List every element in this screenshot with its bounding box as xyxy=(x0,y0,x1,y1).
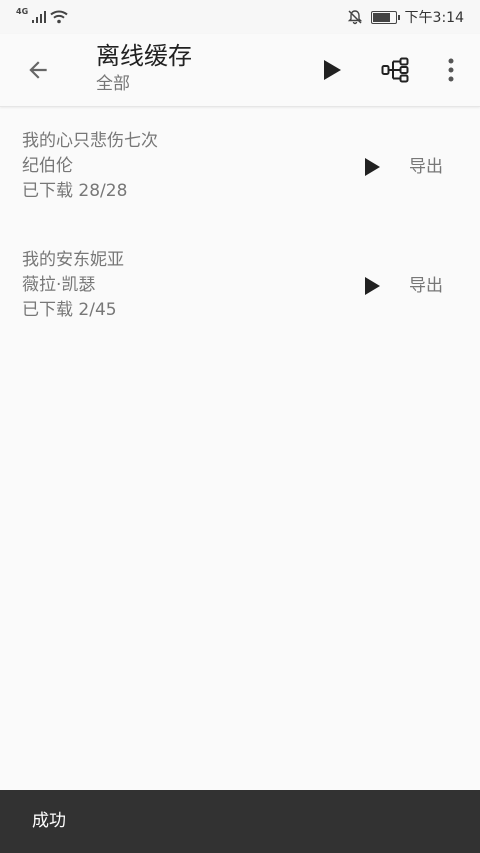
item-progress: 已下载 2/45 xyxy=(22,300,117,320)
screen: 4G 下午3:14 离线缓存 全部 我的心只悲伤七次 纪伯伦 已下载 28/28… xyxy=(0,0,480,853)
item-texts: 我的安东妮亚 薇拉·凯瑟 已下载 2/45 xyxy=(22,248,124,323)
status-left: 4G xyxy=(16,6,68,28)
battery-level xyxy=(372,12,390,22)
graph-icon xyxy=(381,57,409,83)
play-icon xyxy=(365,277,380,295)
item-texts: 我的心只悲伤七次 纪伯伦 已下载 28/28 xyxy=(22,129,158,204)
app-bar: 离线缓存 全部 xyxy=(0,34,480,107)
title-block: 离线缓存 全部 xyxy=(96,40,192,96)
item-play-button[interactable] xyxy=(356,270,388,302)
item-title: 我的心只悲伤七次 xyxy=(22,131,158,151)
item-progress: 已下载 28/28 xyxy=(22,181,128,201)
play-icon xyxy=(324,60,341,80)
signal-icon xyxy=(32,11,47,23)
item-play-button[interactable] xyxy=(356,151,388,183)
snackbar-message: 成功 xyxy=(32,811,66,831)
list-item[interactable]: 我的心只悲伤七次 纪伯伦 已下载 28/28 导出 xyxy=(0,107,480,226)
list-item[interactable]: 我的安东妮亚 薇拉·凯瑟 已下载 2/45 导出 xyxy=(0,226,480,345)
arrow-back-icon xyxy=(29,61,47,79)
snackbar: 成功 xyxy=(0,790,480,853)
status-time: 下午3:14 xyxy=(404,10,464,26)
play-all-button[interactable] xyxy=(316,50,348,90)
graph-button[interactable] xyxy=(378,50,412,90)
item-author: 薇拉·凯瑟 xyxy=(22,275,96,295)
page-subtitle: 全部 xyxy=(96,74,130,94)
more-options-button[interactable] xyxy=(436,50,466,90)
back-button[interactable] xyxy=(18,50,58,90)
status-right: 下午3:14 xyxy=(347,5,464,29)
notifications-off-icon xyxy=(347,10,362,25)
download-list: 我的心只悲伤七次 纪伯伦 已下载 28/28 导出 我的安东妮亚 薇拉·凯瑟 已… xyxy=(0,107,480,345)
more-vert-icon xyxy=(448,58,454,82)
page-title: 离线缓存 xyxy=(96,42,192,70)
item-title: 我的安东妮亚 xyxy=(22,250,124,270)
battery-icon xyxy=(370,10,400,24)
network-type-label: 4G xyxy=(16,6,29,16)
export-button[interactable]: 导出 xyxy=(398,153,454,181)
export-button[interactable]: 导出 xyxy=(398,272,454,300)
status-bar: 4G 下午3:14 xyxy=(0,0,480,34)
wifi-icon xyxy=(50,10,68,24)
item-author: 纪伯伦 xyxy=(22,156,73,176)
play-icon xyxy=(365,158,380,176)
